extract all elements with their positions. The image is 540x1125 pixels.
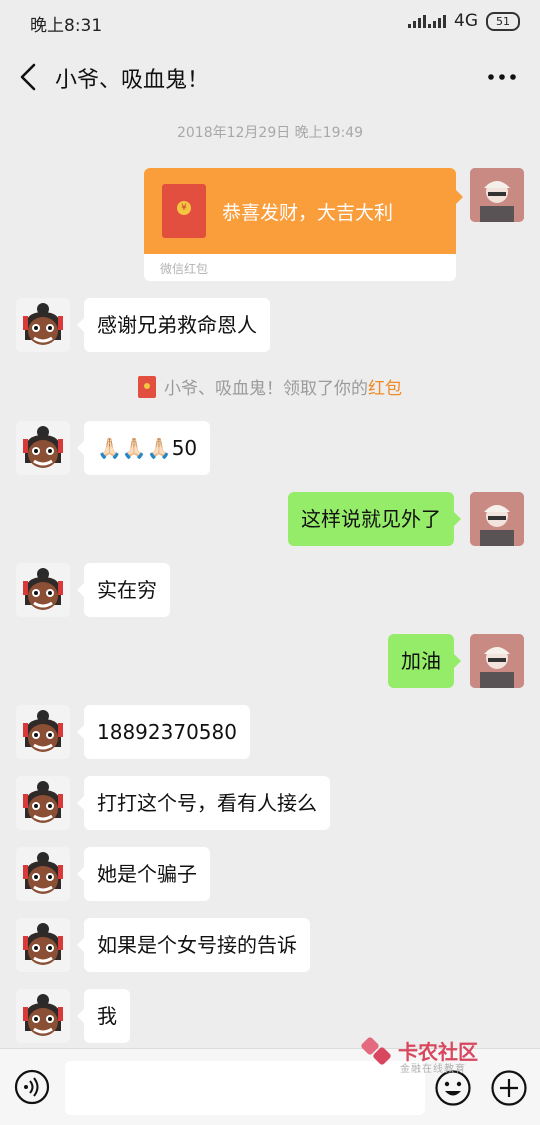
signal-icon (408, 14, 446, 28)
red-envelope-icon: ¥ (162, 184, 206, 238)
network-type: 4G (454, 11, 478, 31)
contact-avatar[interactable] (16, 847, 70, 901)
red-packet-card[interactable]: ¥ 恭喜发财，大吉大利 微信红包 (144, 168, 456, 281)
watermark-subtitle: 金融在线教育 (400, 1064, 466, 1075)
red-packet-footer: 微信红包 (160, 262, 209, 276)
my-avatar[interactable] (470, 492, 524, 546)
chat-title: 小爷、吸血鬼！ (55, 68, 210, 93)
watermark-logo-icon (361, 1037, 391, 1065)
message-bubble[interactable]: 实在穷 (77, 563, 170, 617)
red-packet-icon (138, 376, 156, 398)
message-bubble[interactable]: 如果是个女号接的告诉 (77, 918, 310, 972)
my-avatar[interactable] (470, 168, 524, 222)
contact-avatar[interactable] (16, 298, 70, 352)
message-bubble[interactable]: 感谢兄弟救命恩人 (77, 298, 270, 352)
voice-icon[interactable] (14, 1069, 50, 1105)
red-packet-link[interactable]: 红包 (368, 379, 402, 399)
red-packet-header: ¥ 恭喜发财，大吉大利 (144, 168, 456, 254)
my-avatar[interactable] (470, 634, 524, 688)
status-time: 晚上8:31 (30, 16, 103, 36)
message-bubble[interactable]: 加油 (388, 634, 461, 688)
contact-avatar[interactable] (16, 705, 70, 759)
message-bubble[interactable]: 这样说就见外了 (288, 492, 461, 546)
red-packet-tail (456, 190, 463, 204)
message-bubble[interactable]: 🙏🏻🙏🏻🙏🏻50 (76, 421, 211, 475)
red-packet-title: 恭喜发财，大吉大利 (222, 202, 394, 224)
chat-header: 小爷、吸血鬼！ (0, 44, 540, 110)
back-arrow-icon[interactable] (14, 59, 44, 95)
contact-avatar[interactable] (16, 421, 70, 475)
contact-avatar[interactable] (16, 776, 70, 830)
contact-avatar[interactable] (16, 989, 70, 1043)
more-icon[interactable] (486, 64, 518, 90)
watermark: 卡农社区 金融在线教育 (360, 1036, 490, 1076)
chat-timestamp: 2018年12月29日 晚上19:49 (176, 125, 364, 141)
message-bubble[interactable]: 她是个骗子 (77, 847, 210, 901)
message-bubble[interactable]: 打打这个号，看有人接么 (77, 776, 330, 830)
status-indicators: 4G 51 (408, 11, 520, 31)
contact-avatar[interactable] (16, 563, 70, 617)
system-notice: 小爷、吸血鬼！领取了你的红包 (0, 374, 540, 399)
status-bar: 晚上8:31 4G 51 (0, 0, 540, 44)
plus-icon[interactable] (490, 1069, 528, 1107)
phone-number-message[interactable]: 18892370580 (77, 705, 250, 759)
contact-avatar[interactable] (16, 918, 70, 972)
message-bubble[interactable]: 我 (77, 989, 130, 1043)
system-notice-text: 小爷、吸血鬼！领取了你的 (164, 379, 368, 399)
battery-icon: 51 (486, 11, 520, 31)
